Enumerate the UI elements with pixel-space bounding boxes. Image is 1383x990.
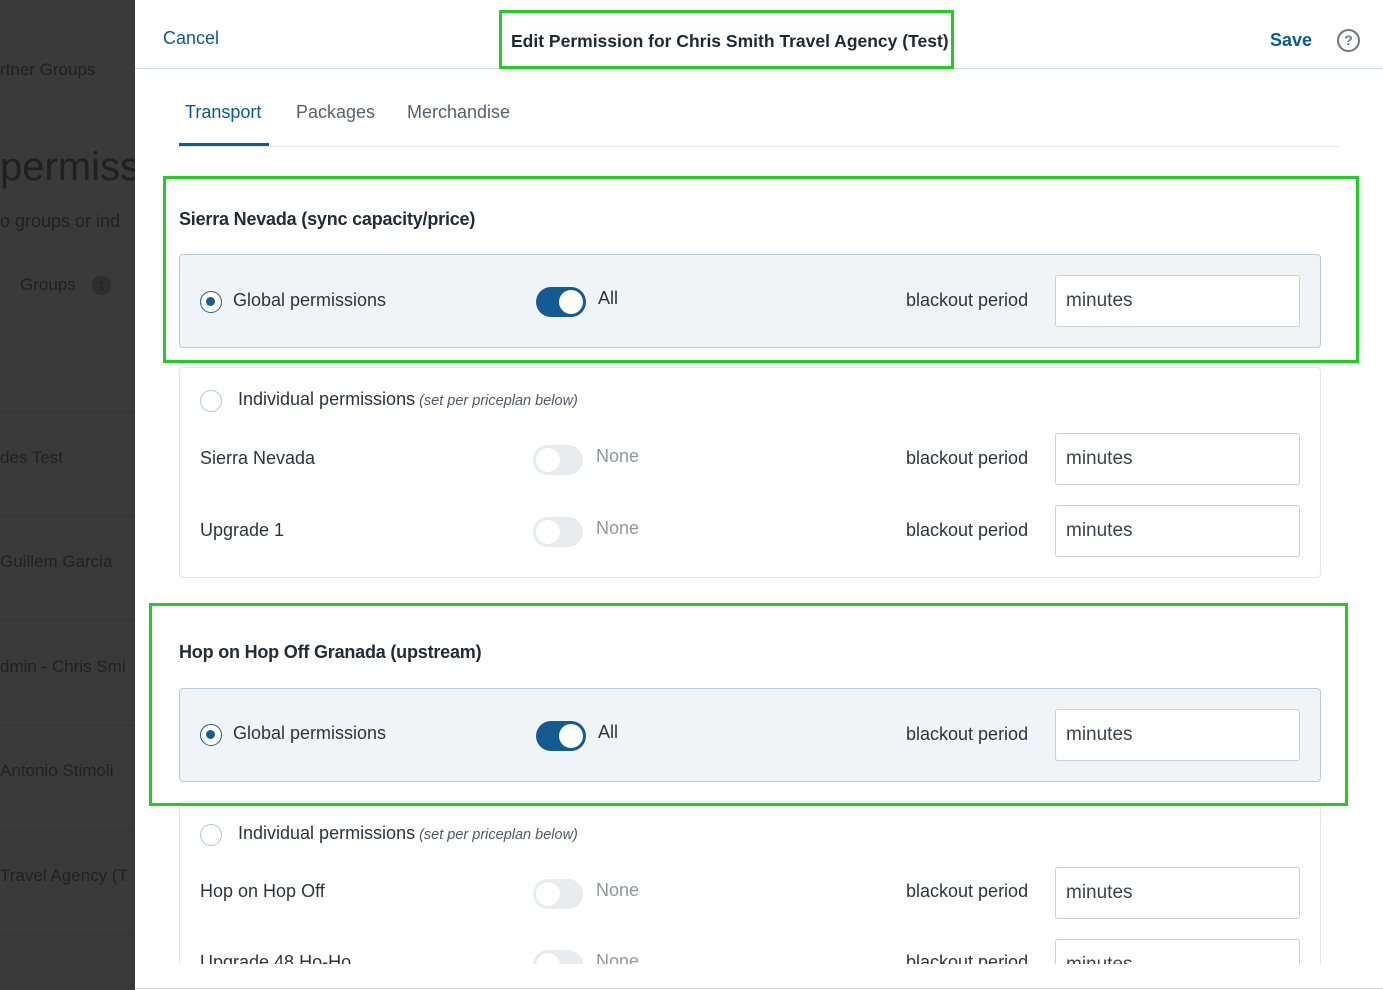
priceplan-toggle[interactable]	[533, 445, 583, 475]
individual-permissions-panel: Individual permissions (set per priceplan…	[179, 801, 1321, 964]
global-permissions-panel: Global permissions All blackout period	[179, 688, 1321, 782]
bottom-divider	[135, 988, 1383, 989]
drawer-content: Transport Packages Merchandise Sierra Ne…	[135, 0, 1383, 964]
priceplan-toggle[interactable]	[533, 879, 583, 909]
individual-permissions-radio[interactable]	[200, 824, 222, 846]
bg-divider	[0, 725, 135, 726]
toggle-knob	[559, 290, 583, 314]
global-permissions-radio[interactable]	[200, 724, 222, 746]
tab-packages[interactable]: Packages	[296, 102, 375, 123]
individual-permissions-text: Individual permissions	[238, 823, 416, 843]
individual-permissions-panel: Individual permissions (set per priceplan…	[179, 367, 1321, 578]
bg-divider	[0, 830, 135, 831]
bg-divider	[0, 412, 135, 413]
blackout-minutes-input[interactable]	[1055, 275, 1300, 327]
toggle-label: All	[598, 722, 619, 742]
toggle-label: None	[596, 518, 640, 538]
bg-subtext: o groups or ind	[0, 211, 121, 231]
individual-permissions-text: Individual permissions	[238, 389, 416, 409]
toggle-label: None	[596, 880, 640, 900]
toggle-label: All	[598, 288, 619, 308]
tab-bar: Transport Packages Merchandise	[179, 98, 1339, 147]
blackout-minutes-input[interactable]	[1055, 505, 1300, 557]
global-permissions-label: Global permissions	[233, 723, 387, 743]
active-tab-indicator	[179, 143, 269, 146]
toggle-knob	[536, 953, 560, 964]
toggle-knob	[536, 520, 560, 544]
blackout-minutes-input[interactable]	[1055, 709, 1300, 761]
blackout-period-label: blackout period	[906, 448, 1029, 468]
priceplan-name: Upgrade 48 Ho-Ho	[200, 952, 352, 964]
global-all-toggle[interactable]	[536, 721, 586, 751]
edit-permission-drawer: Cancel Edit Permission for Chris Smith T…	[135, 0, 1383, 990]
bg-partner-groups: rtner Groups	[0, 60, 96, 79]
global-permissions-radio[interactable]	[200, 291, 222, 313]
bg-heading: permissi	[0, 145, 135, 189]
bg-list-item: Guillem Garcia	[0, 552, 113, 571]
bg-groups-tab: Groups	[20, 275, 76, 294]
blackout-period-label: blackout period	[906, 952, 1029, 964]
toggle-knob	[536, 448, 560, 472]
blackout-minutes-input[interactable]	[1055, 867, 1300, 919]
background-page-overlay: rtner Groups permissi o groups or ind Gr…	[0, 0, 135, 990]
global-permissions-panel: Global permissions All blackout period	[179, 254, 1321, 348]
toggle-label: None	[596, 951, 640, 964]
individual-permissions-label: Individual permissions (set per priceplan…	[238, 823, 578, 844]
tab-transport[interactable]: Transport	[185, 102, 261, 123]
blackout-period-label: blackout period	[906, 290, 1029, 310]
individual-permissions-label: Individual permissions (set per priceplan…	[238, 389, 578, 410]
blackout-period-label: blackout period	[906, 520, 1029, 540]
priceplan-name: Sierra Nevada	[200, 448, 316, 468]
blackout-minutes-input[interactable]	[1055, 433, 1300, 485]
bg-divider	[0, 516, 135, 517]
bg-list-item: Antonio Stimoli	[0, 761, 114, 780]
bg-list-item: Travel Agency (T	[0, 866, 128, 885]
toggle-label: None	[596, 446, 640, 466]
section-title: Hop on Hop Off Granada (upstream)	[179, 642, 482, 662]
priceplan-name: Upgrade 1	[200, 520, 285, 540]
blackout-minutes-input[interactable]	[1055, 939, 1300, 964]
toggle-knob	[536, 882, 560, 906]
global-all-toggle[interactable]	[536, 287, 586, 317]
priceplan-toggle[interactable]	[533, 950, 583, 964]
bg-list-item: dmin - Chris Smi	[0, 657, 126, 676]
priceplan-toggle[interactable]	[533, 517, 583, 547]
section-title: Sierra Nevada (sync capacity/price)	[179, 209, 476, 229]
blackout-period-label: blackout period	[906, 724, 1029, 744]
blackout-period-label: blackout period	[906, 881, 1029, 901]
bg-list-item: des Test	[0, 448, 64, 467]
priceplan-name: Hop on Hop Off	[200, 881, 325, 901]
bg-groups-count: 1	[92, 276, 112, 295]
tab-merchandise[interactable]: Merchandise	[407, 102, 510, 123]
individual-permissions-hint: (set per priceplan below)	[419, 393, 578, 409]
individual-permissions-radio[interactable]	[200, 390, 222, 412]
global-permissions-label: Global permissions	[233, 290, 387, 310]
toggle-knob	[559, 724, 583, 748]
bg-divider	[0, 934, 135, 935]
bg-divider	[0, 620, 135, 621]
individual-permissions-hint: (set per priceplan below)	[419, 827, 578, 843]
